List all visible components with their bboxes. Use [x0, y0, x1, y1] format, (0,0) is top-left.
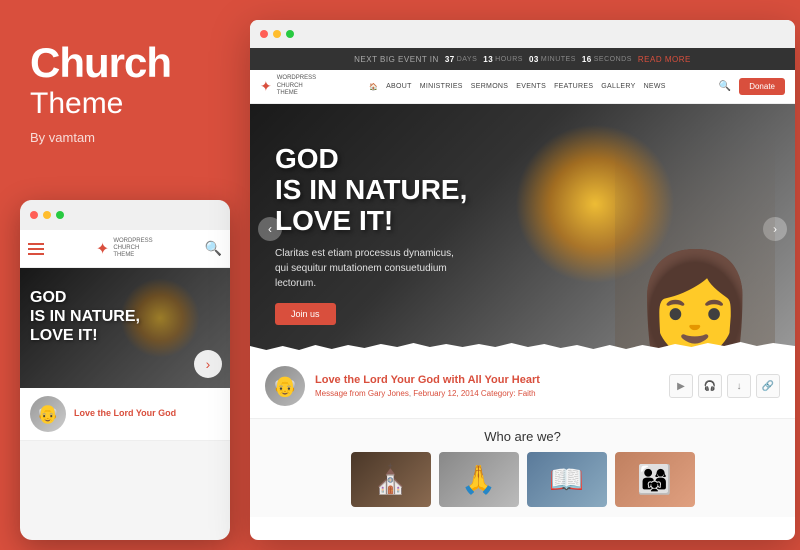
- sermon-avatar: 👴: [265, 366, 305, 406]
- sermon-info: 👴 Love the Lord Your God with All Your H…: [265, 366, 540, 406]
- nav-features[interactable]: FEATURES: [554, 83, 593, 90]
- mobile-nav: ✦ WORDPRESS CHURCH THEME 🔍: [20, 230, 230, 268]
- event-label: NEXT BIG EVENT IN: [354, 55, 439, 64]
- hero-text-block: GOD IS IN NATURE, LOVE IT! Claritas est …: [275, 144, 475, 325]
- desktop-nav: ✦ WORDPRESS CHURCH THEME 🏠 ABOUT MINISTR…: [250, 70, 795, 104]
- hero-woman-image: 👩: [615, 134, 775, 354]
- sermon-meta: Message from Gary Jones, February 12, 20…: [315, 389, 540, 398]
- hero-title: GOD IS IN NATURE, LOVE IT!: [275, 144, 475, 236]
- mobile-search-icon[interactable]: 🔍: [205, 240, 222, 257]
- hero-subtitle: Claritas est etiam processus dynamicus, …: [275, 246, 475, 291]
- sermon-video-button[interactable]: ▶: [669, 374, 693, 398]
- sermon-download-button[interactable]: ↓: [727, 374, 751, 398]
- nav-sermons[interactable]: SERMONS: [471, 83, 509, 90]
- desktop-nav-logo: ✦ WORDPRESS CHURCH THEME: [260, 75, 316, 98]
- event-bar: NEXT BIG EVENT IN 37 DAYS 13 HOURS 03 MI…: [250, 48, 795, 70]
- mobile-logo-text: WORDPRESS CHURCH THEME: [113, 238, 152, 260]
- desktop-hero: GOD IS IN NATURE, LOVE IT! Claritas est …: [250, 104, 795, 354]
- nav-about[interactable]: ABOUT: [386, 83, 412, 90]
- mobile-dot-yellow: [43, 211, 51, 219]
- app-title-bold: Church: [30, 40, 215, 86]
- desktop-dot-red: [260, 30, 268, 38]
- desktop-top-bar: [250, 20, 795, 48]
- sermon-section: 👴 Love the Lord Your God with All Your H…: [250, 354, 795, 419]
- mobile-avatar: 👴: [30, 396, 66, 432]
- mobile-dot-red: [30, 211, 38, 219]
- who-image-4: 👨‍👩‍👧: [615, 452, 695, 507]
- who-image-1: ⛪: [351, 452, 431, 507]
- nav-news[interactable]: NEWS: [644, 83, 666, 90]
- mobile-sermon-card: 👴 Love the Lord Your God: [20, 388, 230, 441]
- sermon-title[interactable]: Love the Lord Your God with All Your Hea…: [315, 374, 540, 386]
- desktop-dot-green: [286, 30, 294, 38]
- who-image-2: 🙏: [439, 452, 519, 507]
- sermon-details: Love the Lord Your God with All Your Hea…: [315, 374, 540, 398]
- mobile-hero-text: GOD IS IN NATURE, LOVE IT!: [30, 288, 140, 346]
- countdown-minutes: 03 MINUTES: [529, 55, 576, 64]
- desktop-nav-actions: 🔍 Donate: [719, 78, 785, 95]
- mobile-top-bar: [20, 200, 230, 230]
- countdown-seconds: 16 SECONDS: [582, 55, 632, 64]
- nav-gallery[interactable]: GALLERY: [601, 83, 635, 90]
- who-section: Who are we? ⛪ 🙏 📖 👨‍👩‍👧: [250, 419, 795, 517]
- countdown-hours: 13 HOURS: [483, 55, 523, 64]
- desktop-dot-yellow: [273, 30, 281, 38]
- mobile-card-title: Love the Lord Your God: [74, 408, 176, 420]
- mobile-dot-green: [56, 211, 64, 219]
- sermon-actions: ▶ 🎧 ↓ 🔗: [669, 374, 780, 398]
- desktop-nav-links: 🏠 ABOUT MINISTRIES SERMONS EVENTS FEATUR…: [369, 83, 666, 91]
- app-author: By vamtam: [30, 130, 215, 145]
- event-read-more[interactable]: Read More: [638, 55, 691, 64]
- desktop-logo-icon: ✦: [260, 78, 272, 95]
- hero-join-button[interactable]: Join us: [275, 303, 336, 325]
- nav-home[interactable]: 🏠: [369, 83, 378, 91]
- sermon-share-button[interactable]: 🔗: [756, 374, 780, 398]
- nav-events[interactable]: EVENTS: [516, 83, 546, 90]
- hero-prev-button[interactable]: ‹: [258, 217, 282, 241]
- nav-search-icon[interactable]: 🔍: [719, 81, 731, 92]
- countdown-days: 37 DAYS: [445, 55, 477, 64]
- mobile-logo-icon: ✦: [96, 239, 109, 259]
- app-title-thin: Theme: [30, 86, 215, 122]
- who-image-3: 📖: [527, 452, 607, 507]
- donate-button[interactable]: Donate: [739, 78, 785, 95]
- hamburger-icon[interactable]: [28, 243, 44, 255]
- mobile-hero: GOD IS IN NATURE, LOVE IT! ›: [20, 268, 230, 388]
- mobile-mockup: ✦ WORDPRESS CHURCH THEME 🔍 GOD IS IN NAT…: [20, 200, 230, 540]
- mobile-logo: ✦ WORDPRESS CHURCH THEME: [96, 238, 153, 260]
- desktop-logo-text: WORDPRESS CHURCH THEME: [277, 75, 316, 98]
- mobile-next-button[interactable]: ›: [194, 350, 222, 378]
- desktop-mockup: NEXT BIG EVENT IN 37 DAYS 13 HOURS 03 MI…: [250, 20, 795, 540]
- sermon-audio-button[interactable]: 🎧: [698, 374, 722, 398]
- who-images: ⛪ 🙏 📖 👨‍👩‍👧: [265, 452, 780, 507]
- nav-ministries[interactable]: MINISTRIES: [420, 83, 463, 90]
- who-title: Who are we?: [265, 429, 780, 444]
